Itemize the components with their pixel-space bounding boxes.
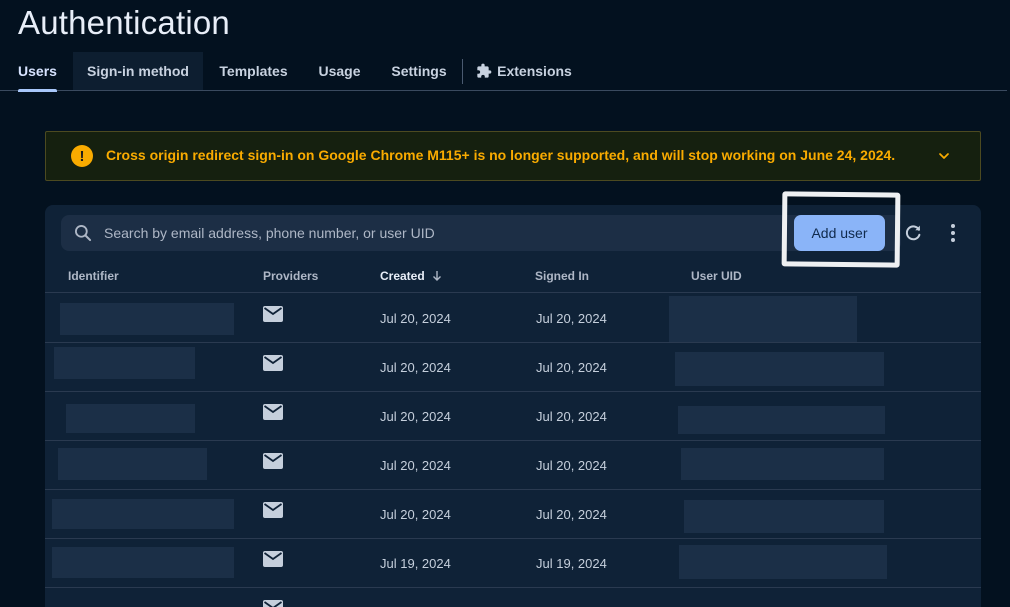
tab-templates[interactable]: Templates xyxy=(212,52,295,90)
table-row[interactable]: Jul 20, 2024 Jul 20, 2024 xyxy=(45,392,981,441)
created-date: Jul 20, 2024 xyxy=(380,409,451,424)
email-icon xyxy=(263,502,283,518)
email-icon xyxy=(263,551,283,567)
highlight-annotation xyxy=(781,191,901,268)
table-row[interactable] xyxy=(45,588,981,607)
arrow-down-icon[interactable] xyxy=(431,270,443,282)
column-header-created[interactable]: Created xyxy=(380,269,443,283)
column-header-identifier[interactable]: Identifier xyxy=(68,269,119,283)
table-row[interactable]: Jul 20, 2024 Jul 20, 2024 xyxy=(45,343,981,392)
tab-bar: Users Sign-in method Templates Usage Set… xyxy=(0,52,1007,92)
column-header-providers: Providers xyxy=(263,269,319,283)
table-header: Identifier Providers Created Signed In U… xyxy=(45,261,981,293)
tab-label: Usage xyxy=(318,63,361,79)
page-title: Authentication xyxy=(18,4,230,41)
search-icon xyxy=(75,225,92,242)
tab-label: Settings xyxy=(391,63,447,79)
tab-usage[interactable]: Usage xyxy=(312,52,367,90)
tab-divider xyxy=(462,59,463,84)
search-bar[interactable] xyxy=(61,215,901,251)
warning-exclamation-icon: ! xyxy=(71,145,93,167)
created-date: Jul 20, 2024 xyxy=(380,507,451,522)
email-icon xyxy=(263,355,283,371)
email-icon xyxy=(263,600,283,607)
column-header-signed-in[interactable]: Signed In xyxy=(535,269,589,283)
redacted-uid xyxy=(669,296,857,342)
table-row[interactable]: Jul 20, 2024 Jul 20, 2024 xyxy=(45,441,981,490)
redacted-identifier xyxy=(54,347,195,379)
redacted-uid xyxy=(675,352,884,386)
banner-message: Cross origin redirect sign-in on Google … xyxy=(106,147,896,163)
tab-label: Extensions xyxy=(497,63,572,79)
column-header-user-uid: User UID xyxy=(691,269,742,283)
redacted-uid xyxy=(681,448,884,480)
tab-settings[interactable]: Settings xyxy=(384,52,454,90)
email-icon xyxy=(263,404,283,420)
table-row[interactable]: Jul 20, 2024 Jul 20, 2024 xyxy=(45,490,981,539)
created-date: Jul 20, 2024 xyxy=(380,458,451,473)
chevron-down-icon[interactable] xyxy=(936,148,952,164)
signed-in-date: Jul 20, 2024 xyxy=(536,507,607,522)
table-row[interactable]: Jul 19, 2024 Jul 19, 2024 xyxy=(45,539,981,588)
redacted-identifier xyxy=(66,404,195,433)
signed-in-date: Jul 20, 2024 xyxy=(536,409,607,424)
users-card: Add user Identifier Providers Created Si… xyxy=(45,191,981,607)
email-icon xyxy=(263,306,283,322)
redacted-identifier xyxy=(52,499,234,529)
signed-in-date: Jul 20, 2024 xyxy=(536,360,607,375)
email-icon xyxy=(263,453,283,469)
table-row[interactable]: Jul 20, 2024 Jul 20, 2024 xyxy=(45,294,981,343)
redacted-uid xyxy=(684,500,884,533)
column-header-label: Created xyxy=(380,269,425,283)
more-vert-icon[interactable] xyxy=(943,222,963,244)
tab-users[interactable]: Users xyxy=(18,52,57,92)
signed-in-date: Jul 19, 2024 xyxy=(536,556,607,571)
tab-extensions[interactable]: Extensions xyxy=(476,52,572,90)
tab-label: Sign-in method xyxy=(87,63,189,79)
created-date: Jul 20, 2024 xyxy=(380,360,451,375)
warning-banner: ! Cross origin redirect sign-in on Googl… xyxy=(45,131,981,181)
created-date: Jul 20, 2024 xyxy=(380,311,451,326)
signed-in-date: Jul 20, 2024 xyxy=(536,311,607,326)
search-input[interactable] xyxy=(104,215,764,251)
extension-puzzle-icon xyxy=(476,63,492,79)
tab-sign-in-method[interactable]: Sign-in method xyxy=(73,52,203,90)
signed-in-date: Jul 20, 2024 xyxy=(536,458,607,473)
redacted-identifier xyxy=(58,448,207,480)
redacted-uid xyxy=(679,545,887,579)
tab-label: Users xyxy=(18,63,57,79)
redacted-identifier xyxy=(60,303,234,335)
refresh-icon[interactable] xyxy=(902,222,924,244)
redacted-identifier xyxy=(52,547,234,578)
redacted-uid xyxy=(678,406,885,434)
created-date: Jul 19, 2024 xyxy=(380,556,451,571)
authentication-page: Authentication Users Sign-in method Temp… xyxy=(0,0,1010,607)
tab-label: Templates xyxy=(219,63,288,79)
